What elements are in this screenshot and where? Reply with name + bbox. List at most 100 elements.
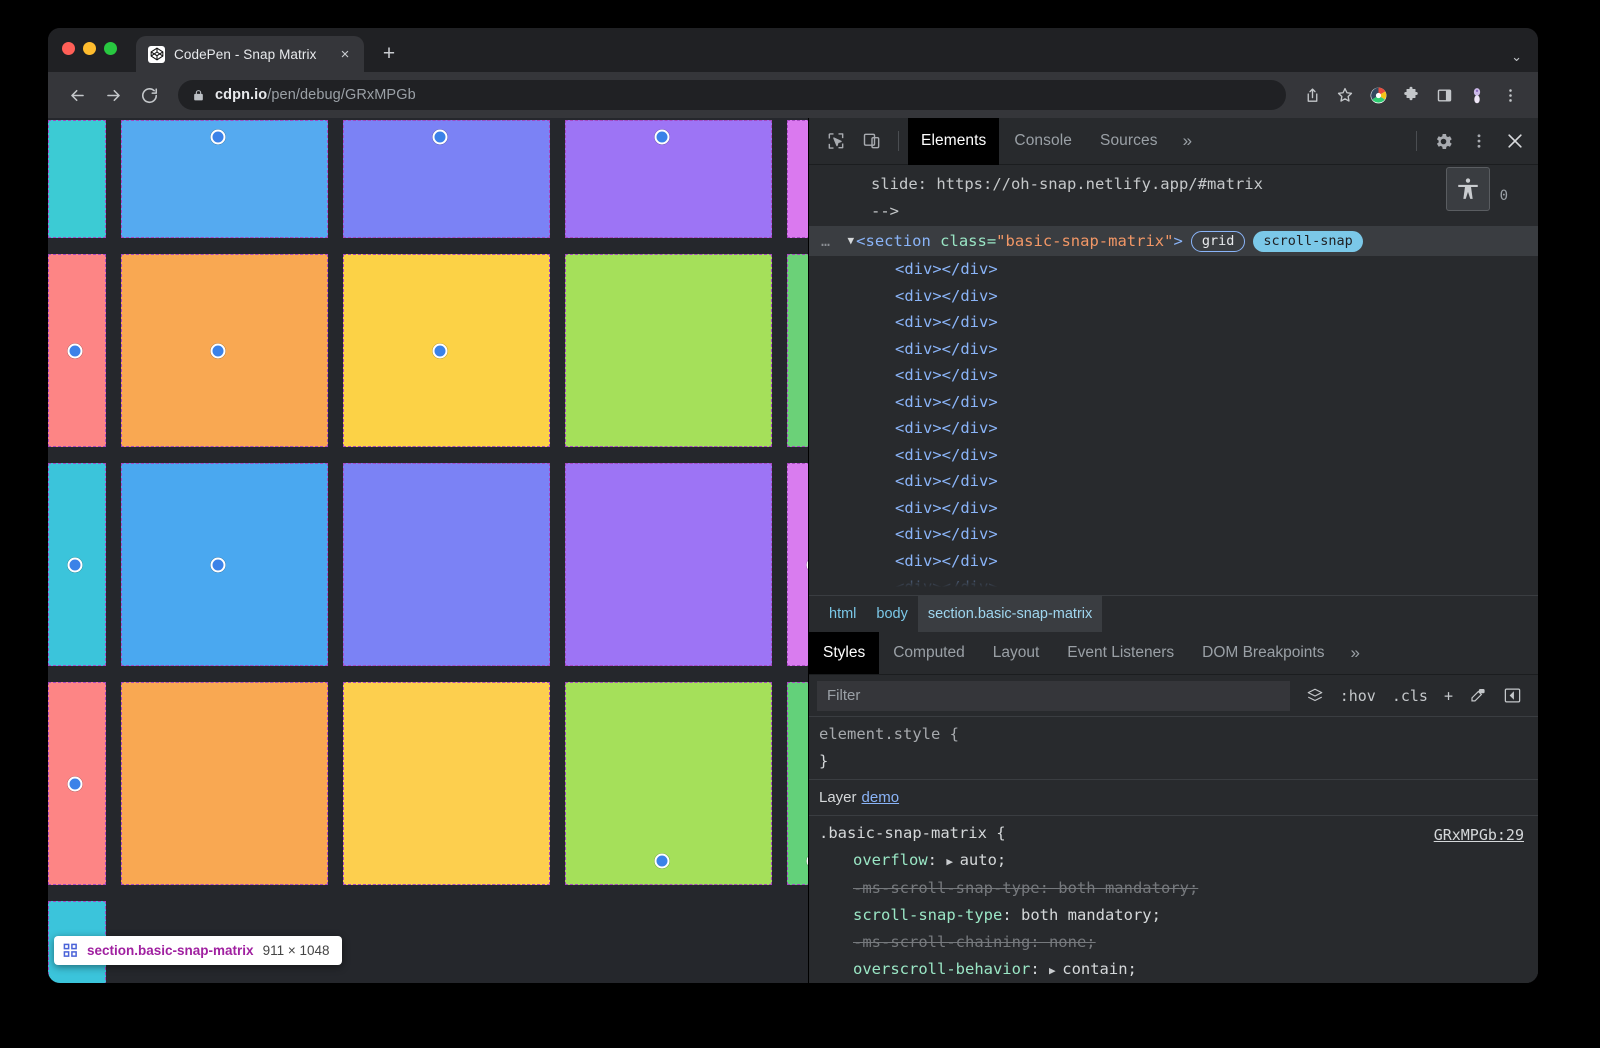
matrix-cell[interactable] <box>121 682 328 885</box>
chrome-menu-icon[interactable] <box>1496 81 1524 109</box>
more-sidebar-tabs-icon[interactable]: » <box>1338 632 1371 674</box>
copy-styles-icon[interactable] <box>1461 687 1495 705</box>
dom-tree[interactable]: slide: https://oh-snap.netlify.app/#matr… <box>809 165 1538 595</box>
share-icon[interactable] <box>1298 81 1326 109</box>
chevron-down-icon[interactable]: ⌄ <box>1511 49 1522 65</box>
dom-child-node[interactable]: <div></div> <box>895 521 1538 548</box>
tab-sources[interactable]: Sources <box>1087 118 1171 165</box>
side-panel-icon[interactable] <box>1430 81 1458 109</box>
tab-layout[interactable]: Layout <box>979 632 1054 674</box>
badge-scroll-snap[interactable]: scroll-snap <box>1253 230 1363 252</box>
device-toolbar-icon[interactable] <box>855 124 889 158</box>
tab-console[interactable]: Console <box>1001 118 1085 165</box>
css-declaration[interactable]: scroll-snap-type: both mandatory; <box>819 902 1526 929</box>
matrix-cell[interactable] <box>565 682 772 885</box>
matrix-cell[interactable] <box>343 254 550 447</box>
css-declaration[interactable]: overflow: ▶ auto; <box>819 847 1526 875</box>
close-devtools-icon[interactable] <box>1498 124 1532 158</box>
css-declaration[interactable]: -ms-scroll-chaining: none; <box>819 929 1526 956</box>
new-tab-button[interactable]: + <box>374 39 404 69</box>
matrix-cell[interactable] <box>343 463 550 666</box>
browser-tab[interactable]: CodePen - Snap Matrix × <box>136 36 364 72</box>
kebab-menu-icon[interactable] <box>1462 124 1496 158</box>
dom-child-node[interactable]: <div></div> <box>895 336 1538 363</box>
css-property[interactable]: scroll-snap-type <box>853 906 1002 924</box>
css-property[interactable]: overflow <box>853 851 928 869</box>
css-property[interactable]: overscroll-behavior <box>853 960 1030 978</box>
extension-color-icon[interactable] <box>1364 81 1392 109</box>
dom-child-node[interactable]: <div></div> <box>895 495 1538 522</box>
css-value[interactable]: contain; <box>1062 960 1137 978</box>
more-tabs-icon[interactable]: » <box>1173 131 1202 151</box>
profile-avatar-icon[interactable] <box>1463 81 1491 109</box>
css-declaration[interactable]: overscroll-behavior: ▶ contain; <box>819 956 1526 983</box>
css-declaration[interactable]: -ms-scroll-snap-type: both mandatory; <box>819 875 1526 902</box>
dom-child-node[interactable]: <div></div> <box>895 256 1538 283</box>
dom-child-node[interactable]: <div></div> <box>895 283 1538 310</box>
dom-child-node[interactable]: <div></div> <box>895 468 1538 495</box>
inspect-element-icon[interactable] <box>819 124 853 158</box>
expand-triangle-icon[interactable]: ▶ <box>1049 964 1062 977</box>
new-style-rule-button[interactable]: + <box>1436 687 1461 705</box>
matrix-cell[interactable] <box>121 463 328 666</box>
dom-child-node[interactable]: <div></div> <box>895 442 1538 469</box>
basic-snap-matrix[interactable] <box>48 118 808 983</box>
close-icon[interactable]: × <box>336 45 354 63</box>
css-value[interactable]: both mandatory; <box>1021 906 1161 924</box>
hover-state-button[interactable]: :hov <box>1332 687 1384 705</box>
class-toggle-button[interactable]: .cls <box>1384 687 1436 705</box>
matrix-cell[interactable] <box>565 254 772 447</box>
tab-computed[interactable]: Computed <box>879 632 979 674</box>
matrix-cell[interactable] <box>48 463 106 666</box>
accessibility-icon[interactable] <box>1446 167 1490 211</box>
dom-ellipsis-icon[interactable]: … <box>817 228 848 255</box>
dom-child-node[interactable]: <div></div> <box>895 362 1538 389</box>
filter-input[interactable]: Filter <box>817 680 1290 711</box>
styles-content[interactable]: element.style { } Layer demo GRxMPGb:29 .… <box>809 717 1538 983</box>
element-style-rule[interactable]: element.style { } <box>809 717 1538 780</box>
tab-dom-breakpoints[interactable]: DOM Breakpoints <box>1188 632 1338 674</box>
page-viewport[interactable]: section.basic-snap-matrix 911 × 1048 <box>48 118 808 983</box>
matrix-cell[interactable] <box>565 120 772 238</box>
breadcrumb-html[interactable]: html <box>819 596 866 632</box>
rule-selector[interactable]: .basic-snap-matrix { <box>819 820 1526 847</box>
matrix-cell[interactable] <box>343 120 550 238</box>
matrix-cell[interactable] <box>48 120 106 238</box>
layers-icon[interactable] <box>1298 687 1332 705</box>
basic-snap-matrix-rule[interactable]: GRxMPGb:29 .basic-snap-matrix { overflow… <box>809 816 1538 983</box>
close-window-button[interactable] <box>62 42 75 55</box>
extensions-puzzle-icon[interactable] <box>1397 81 1425 109</box>
dom-child-node[interactable]: <div></div> <box>895 415 1538 442</box>
gear-icon[interactable] <box>1426 124 1460 158</box>
back-button[interactable] <box>60 78 94 112</box>
breadcrumb-section[interactable]: section.basic-snap-matrix <box>917 596 1103 632</box>
expand-arrow-icon[interactable]: ▼ <box>848 228 857 255</box>
minimize-window-button[interactable] <box>83 42 96 55</box>
dom-selected-node[interactable]: … ▼ <section class= "basic-snap-matrix" > … <box>809 226 1538 256</box>
matrix-cell[interactable] <box>48 682 106 885</box>
badge-grid[interactable]: grid <box>1190 230 1246 252</box>
dom-child-node[interactable]: <div></div> <box>895 389 1538 416</box>
matrix-cell[interactable] <box>787 463 808 666</box>
forward-button[interactable] <box>96 78 130 112</box>
matrix-cell[interactable] <box>343 682 550 885</box>
expand-triangle-icon[interactable]: ▶ <box>946 855 959 868</box>
style-source-link[interactable]: GRxMPGb:29 <box>1434 822 1524 849</box>
maximize-window-button[interactable] <box>104 42 117 55</box>
tab-event-listeners[interactable]: Event Listeners <box>1053 632 1188 674</box>
matrix-cell[interactable] <box>121 120 328 238</box>
tab-elements[interactable]: Elements <box>908 117 1000 165</box>
reload-button[interactable] <box>132 78 166 112</box>
dom-child-node[interactable]: <div></div> <box>895 309 1538 336</box>
css-value[interactable]: auto; <box>960 851 1007 869</box>
bookmark-star-icon[interactable] <box>1331 81 1359 109</box>
window-controls[interactable] <box>62 42 117 55</box>
matrix-cell[interactable] <box>787 682 808 885</box>
tab-styles[interactable]: Styles <box>809 632 880 674</box>
layer-link-demo[interactable]: demo <box>862 789 900 806</box>
matrix-cell[interactable] <box>121 254 328 447</box>
breadcrumb-body[interactable]: body <box>866 596 917 632</box>
matrix-cell[interactable] <box>787 120 808 238</box>
matrix-cell[interactable] <box>565 463 772 666</box>
matrix-cell[interactable] <box>48 254 106 447</box>
